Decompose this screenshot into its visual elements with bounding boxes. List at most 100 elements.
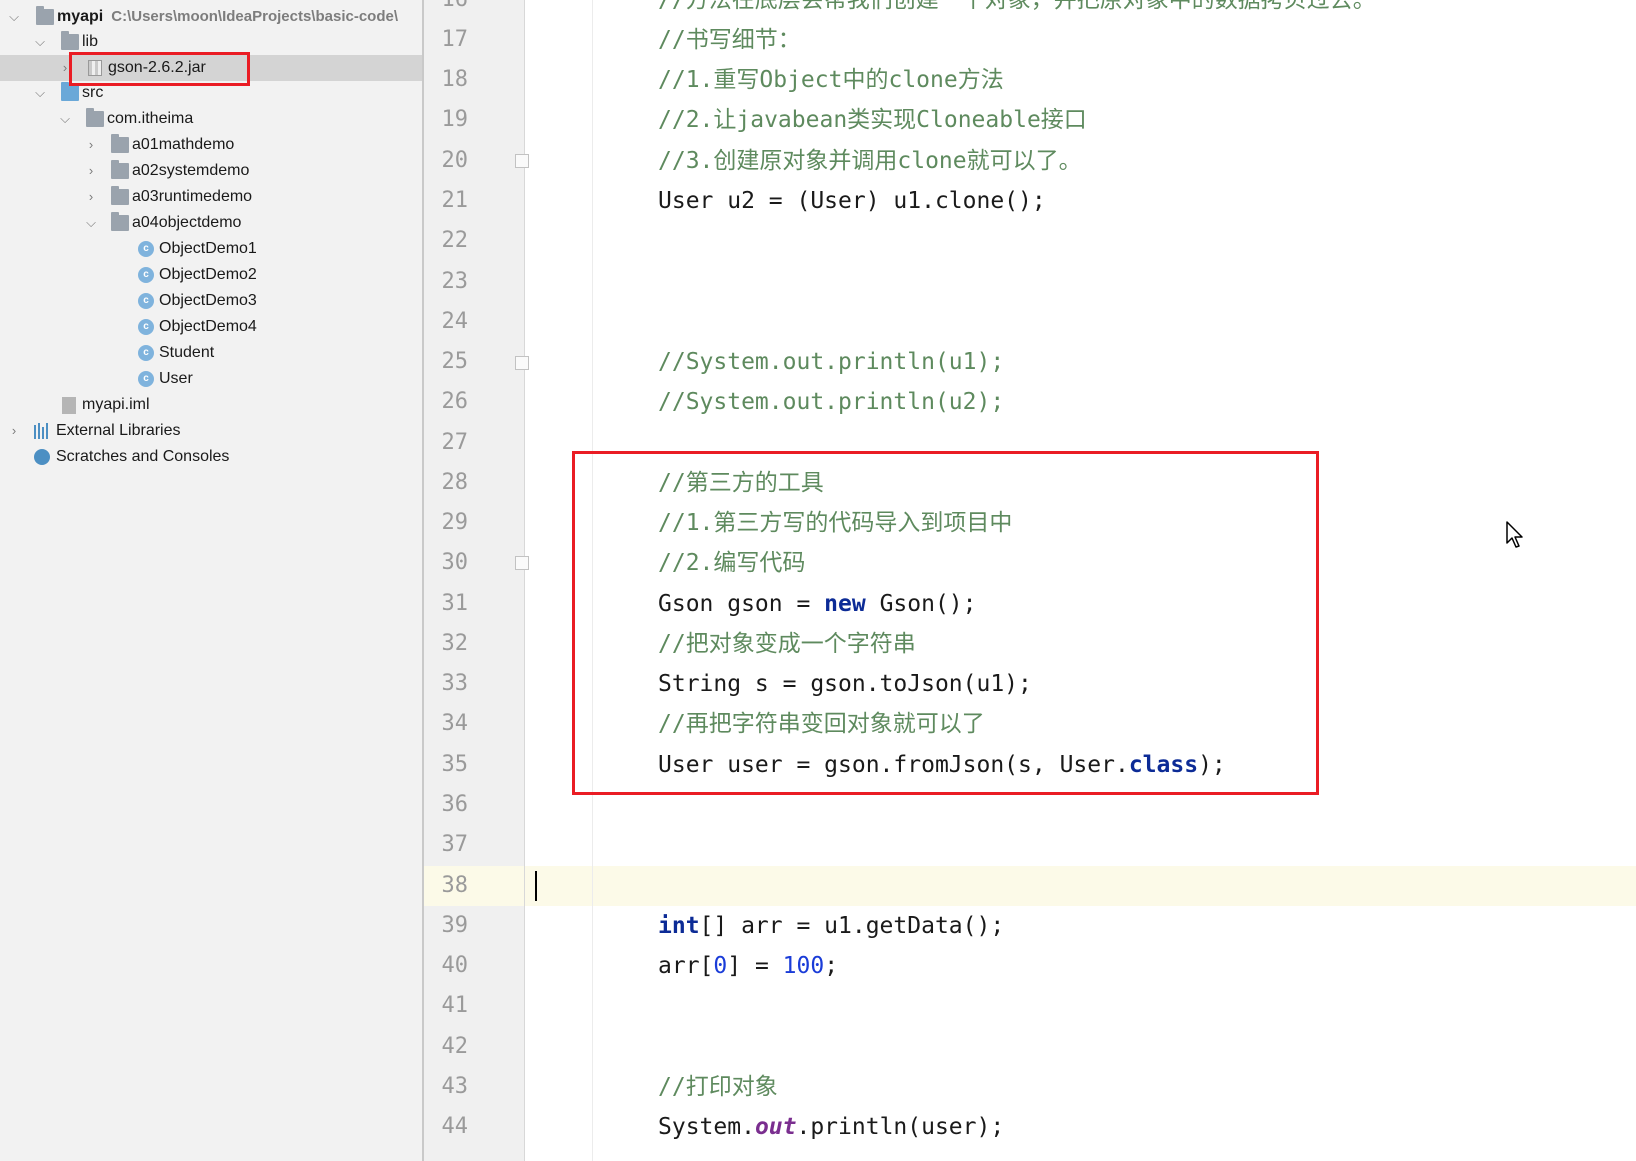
code-line-18[interactable]: //1.重写Object中的clone方法 bbox=[658, 60, 1004, 100]
line-number: 37 bbox=[441, 832, 469, 857]
line-number: 18 bbox=[441, 67, 469, 92]
line-number: 25 bbox=[441, 349, 469, 374]
chevron-down-icon[interactable]: ⌵ bbox=[6, 4, 22, 30]
tree-item-label: ObjectDemo4 bbox=[159, 318, 257, 335]
tree-item-label: a02systemdemo bbox=[132, 162, 250, 179]
mouse-pointer-icon bbox=[1506, 521, 1523, 548]
line-number: 29 bbox=[441, 510, 469, 535]
chevron-down-icon[interactable]: ⌵ bbox=[32, 29, 48, 55]
code-line-26[interactable]: //System.out.println(u2); bbox=[658, 382, 1004, 422]
fold-marker-icon[interactable] bbox=[515, 154, 529, 168]
line-number: 22 bbox=[441, 228, 469, 253]
line-number: 40 bbox=[441, 953, 469, 978]
chevron-right-icon[interactable]: › bbox=[83, 184, 99, 210]
line-number: 34 bbox=[441, 711, 469, 736]
line-number: 36 bbox=[441, 792, 469, 817]
line-number: 16 bbox=[424, 0, 469, 20]
code-line-16[interactable]: //方法在底层会帮我们创建一个对象，并把原对象中的数据拷贝过去。 bbox=[658, 0, 1376, 20]
tree-item-subpackage[interactable]: › a02systemdemo bbox=[0, 158, 422, 184]
code-line-44[interactable]: System.out.println(user); bbox=[658, 1107, 1004, 1147]
tree-item-scratches[interactable]: Scratches and Consoles bbox=[0, 444, 422, 470]
chevron-down-icon[interactable]: ⌵ bbox=[32, 80, 48, 106]
package-icon bbox=[86, 108, 104, 127]
code-line-21[interactable]: User u2 = (User) u1.clone(); bbox=[658, 181, 1046, 221]
folder-icon bbox=[61, 31, 79, 50]
line-number: 39 bbox=[441, 913, 469, 938]
module-path: C:\Users\moon\IdeaProjects\basic-code\ bbox=[111, 8, 399, 25]
tree-item-label: a01mathdemo bbox=[132, 136, 235, 153]
tree-item-class[interactable]: c ObjectDemo1 bbox=[0, 236, 422, 262]
class-icon: c bbox=[138, 293, 154, 309]
tree-item-subpackage[interactable]: › a01mathdemo bbox=[0, 132, 422, 158]
tree-item-label: a04objectdemo bbox=[132, 214, 242, 231]
tree-item-label: myapi C:\Users\moon\IdeaProjects\basic-co… bbox=[57, 8, 399, 25]
tree-item-class[interactable]: c User bbox=[0, 366, 422, 392]
tree-item-package[interactable]: ⌵ com.itheima bbox=[0, 106, 422, 132]
tree-item-class[interactable]: c ObjectDemo4 bbox=[0, 314, 422, 340]
chevron-right-icon[interactable]: › bbox=[6, 418, 22, 444]
tree-item-class[interactable]: c ObjectDemo3 bbox=[0, 288, 422, 314]
line-number: 17 bbox=[441, 27, 469, 52]
tree-item-label: User bbox=[159, 370, 193, 387]
gutter-divider bbox=[524, 0, 525, 1161]
module-file-icon bbox=[62, 397, 76, 414]
chevron-right-icon[interactable]: › bbox=[83, 132, 99, 158]
tree-item-label: myapi.iml bbox=[82, 396, 150, 413]
tree-item-subpackage[interactable]: ⌵ a04objectdemo bbox=[0, 210, 422, 236]
tree-item-label: Student bbox=[159, 344, 215, 361]
tree-item-iml[interactable]: myapi.iml bbox=[0, 392, 422, 418]
code-line-17[interactable]: //书写细节： bbox=[658, 20, 801, 60]
tree-item-myapi[interactable]: ⌵ myapi C:\Users\moon\IdeaProjects\basic-… bbox=[0, 4, 422, 30]
fold-marker-icon[interactable] bbox=[515, 556, 529, 570]
jar-highlight-box bbox=[69, 52, 250, 86]
scratches-icon bbox=[34, 449, 50, 465]
tree-item-subpackage[interactable]: › a03runtimedemo bbox=[0, 184, 422, 210]
fold-marker-icon[interactable] bbox=[515, 356, 529, 370]
line-number: 27 bbox=[441, 430, 469, 455]
line-number: 31 bbox=[441, 591, 469, 616]
code-line-39[interactable]: int[] arr = u1.getData(); bbox=[658, 906, 1004, 946]
tree-item-label: ObjectDemo2 bbox=[159, 266, 257, 283]
module-folder-icon bbox=[36, 6, 54, 25]
line-number: 20 bbox=[441, 148, 469, 173]
current-line-highlight bbox=[424, 866, 1636, 906]
line-number: 28 bbox=[441, 470, 469, 495]
tree-item-class[interactable]: c ObjectDemo2 bbox=[0, 262, 422, 288]
tree-item-label: External Libraries bbox=[56, 422, 181, 439]
class-icon: c bbox=[138, 371, 154, 387]
line-number: 33 bbox=[441, 671, 469, 696]
chevron-right-icon[interactable]: › bbox=[83, 158, 99, 184]
line-number: 35 bbox=[441, 752, 469, 777]
line-number: 30 bbox=[441, 550, 469, 575]
code-highlight-box bbox=[572, 451, 1319, 795]
line-number: 44 bbox=[441, 1114, 469, 1139]
tree-item-label: Scratches and Consoles bbox=[56, 448, 230, 465]
package-icon bbox=[111, 134, 129, 153]
project-tree: ⌵ myapi C:\Users\moon\IdeaProjects\basic-… bbox=[0, 0, 422, 1161]
package-icon bbox=[111, 186, 129, 205]
tree-item-label: ObjectDemo1 bbox=[159, 240, 257, 257]
keyword-int: int bbox=[658, 913, 700, 939]
code-line-40[interactable]: arr[0] = 100; bbox=[658, 946, 838, 986]
line-number: 38 bbox=[441, 873, 469, 898]
tree-item-label: com.itheima bbox=[107, 110, 194, 127]
chevron-down-icon[interactable]: ⌵ bbox=[57, 106, 73, 132]
tree-item-label: a03runtimedemo bbox=[132, 188, 253, 205]
code-line-19[interactable]: //2.让javabean类实现Cloneable接口 bbox=[658, 100, 1087, 140]
line-number: 21 bbox=[441, 188, 469, 213]
code-line-20[interactable]: //3.创建原对象并调用clone就可以了。 bbox=[658, 141, 1082, 181]
source-folder-icon bbox=[61, 82, 79, 101]
tree-item-class[interactable]: c Student bbox=[0, 340, 422, 366]
package-icon bbox=[111, 160, 129, 179]
code-line-43[interactable]: //打印对象 bbox=[658, 1067, 778, 1107]
chevron-down-icon[interactable]: ⌵ bbox=[83, 210, 99, 236]
code-line-25[interactable]: //System.out.println(u1); bbox=[658, 342, 1004, 382]
text-caret bbox=[535, 871, 537, 901]
library-icon bbox=[34, 423, 52, 439]
class-icon: c bbox=[138, 267, 154, 283]
line-number: 24 bbox=[441, 309, 469, 334]
tree-item-external-libraries[interactable]: › External Libraries bbox=[0, 418, 422, 444]
number-literal: 0 bbox=[713, 953, 728, 979]
line-number: 26 bbox=[441, 389, 469, 414]
line-number: 41 bbox=[441, 993, 469, 1018]
